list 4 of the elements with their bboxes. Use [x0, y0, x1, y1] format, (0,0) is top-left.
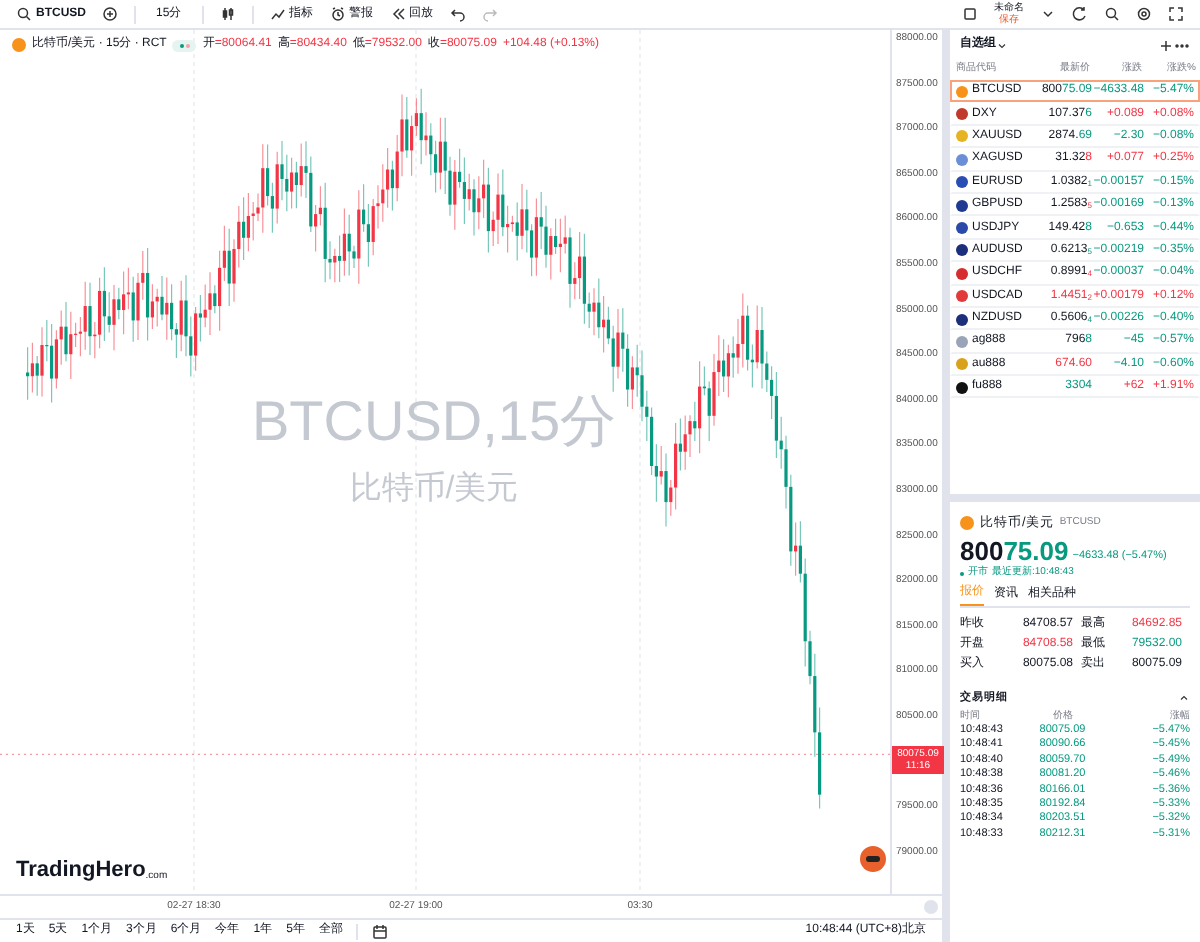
last-price: 80075.09: [960, 537, 1069, 564]
symbol-watermark: BTCUSD,15分: [251, 394, 617, 450]
name-watermark: 比特币/美元: [349, 469, 519, 510]
logo: TradingHero: [16, 860, 146, 882]
